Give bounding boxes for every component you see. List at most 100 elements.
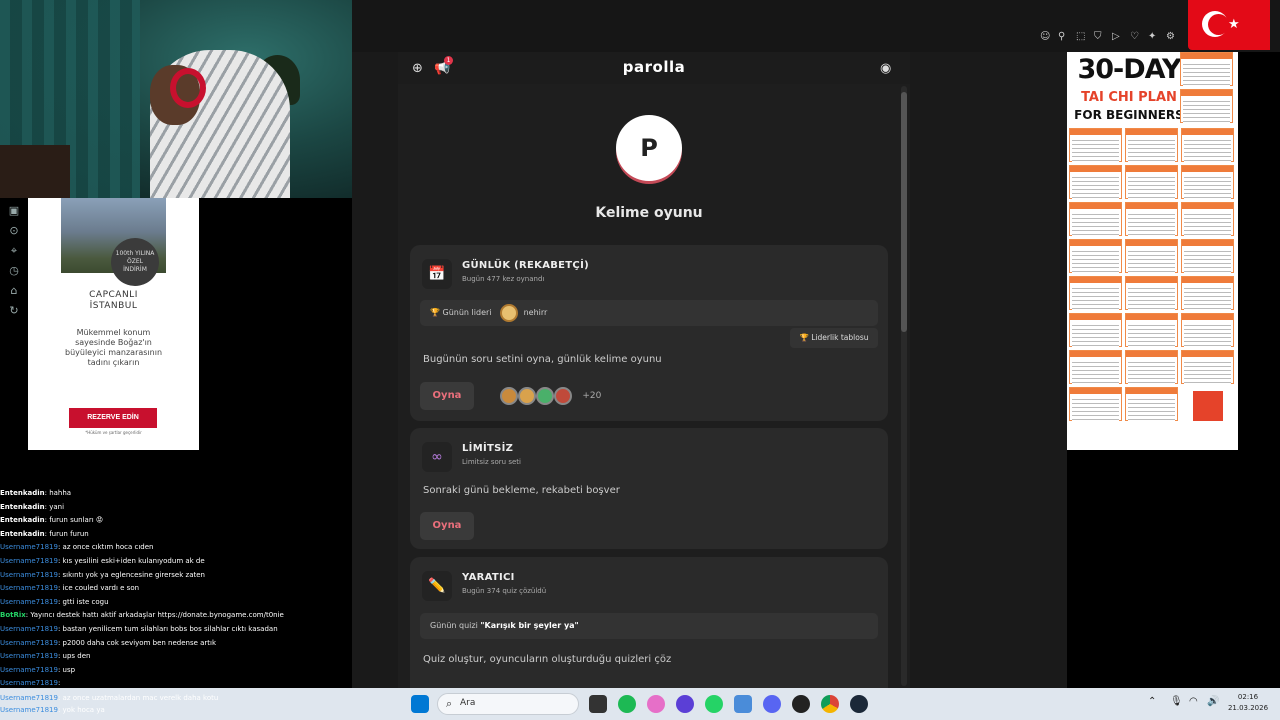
chat-text: : furun furun <box>44 529 89 538</box>
scrollbar-thumb[interactable] <box>901 92 907 332</box>
daily-leader-name[interactable]: nehirr <box>524 308 548 317</box>
spotify-icon[interactable] <box>618 695 636 713</box>
chrome-icon[interactable] <box>821 695 839 713</box>
user-account-icon[interactable]: ◉ <box>880 61 891 76</box>
ad-brand-logo <box>1192 391 1223 421</box>
play-icon[interactable]: ⊙ <box>7 224 21 238</box>
webcam-lamp <box>0 145 70 198</box>
clock-time[interactable]: 02:16 <box>1226 693 1270 701</box>
search-icon: ⌕ <box>446 697 453 710</box>
quiz-of-day-row[interactable]: Günün quizi "Karışık bir şeyler ya" <box>420 613 878 639</box>
daily-subtitle: Bugün 477 kez oynandı <box>462 275 545 283</box>
shield-icon[interactable]: ⛉ <box>1094 31 1102 42</box>
leaderboard-button[interactable]: 🏆 Liderlik tablosu <box>790 328 878 348</box>
chat-message: Entenkadin: hahha <box>0 487 352 501</box>
discord-icon[interactable] <box>763 695 781 713</box>
chat-message: Username71819: ice couled vardı e son <box>0 582 352 596</box>
clock-icon[interactable]: ◷ <box>7 264 21 278</box>
reserve-button[interactable]: REZERVE EDİN <box>69 408 157 428</box>
wifi-icon[interactable]: ◠ <box>1189 696 1198 707</box>
mic-icon[interactable]: 🎙 <box>1170 696 1183 707</box>
ad-day-cell <box>1181 313 1234 348</box>
daily-leader-row: 🏆 Günün lideri nehirr <box>420 300 878 326</box>
chat-username[interactable]: Username71819 <box>0 543 58 551</box>
volume-icon[interactable]: 🔊 <box>1207 696 1219 707</box>
chat-username[interactable]: Entenkadin <box>0 530 45 538</box>
steam-icon[interactable] <box>850 695 868 713</box>
refresh-icon[interactable]: ↻ <box>7 304 21 318</box>
chat-message: Username71819: kıs yesilini eski+iden ku… <box>0 555 352 569</box>
chat-username[interactable]: Entenkadin <box>0 503 45 511</box>
chat-text: : yani <box>44 502 65 511</box>
taskbar-search[interactable]: ⌕ Ara <box>437 693 579 715</box>
chat-overlay-bottom: Username71819: az once uzatmalardan mac … <box>0 688 220 720</box>
pin-ext-icon[interactable]: ⚲ <box>1058 31 1065 42</box>
chat-message: Username71819: ups den <box>0 650 352 664</box>
daily-play-button[interactable]: Oyna <box>420 382 474 410</box>
avatar <box>500 386 518 405</box>
chat-username[interactable]: Entenkadin <box>0 516 45 524</box>
app-icon[interactable] <box>647 695 665 713</box>
gift-icon[interactable]: ⌂ <box>7 284 21 298</box>
chat-text: : bastan yenilicem tum silahları bobs bo… <box>57 624 278 633</box>
ad-right-title: 30-DAY <box>1077 54 1181 85</box>
ad-day-cell <box>1181 165 1234 200</box>
app-icon[interactable] <box>792 695 810 713</box>
chat-username[interactable]: Username71819 <box>0 571 58 579</box>
chat-text: : ups den <box>57 652 91 661</box>
chat-username[interactable]: Username71819 <box>0 652 58 660</box>
ad-day-grid <box>1069 128 1234 425</box>
chat-text: : usp <box>57 665 76 674</box>
turkey-flag: ★ <box>1188 0 1270 50</box>
chat-username[interactable]: Username71819 <box>0 706 58 714</box>
chat-username[interactable]: Entenkadin <box>0 489 45 497</box>
chat-username[interactable]: BotRix <box>0 611 26 619</box>
calendar-icon: 📅 <box>422 259 452 289</box>
clock-date[interactable]: 21.03.2026 <box>1226 704 1270 712</box>
extensions-icon[interactable]: ⚙ <box>1166 31 1175 42</box>
heart-icon[interactable]: ♡ <box>1130 31 1139 42</box>
whatsapp-icon[interactable] <box>705 695 723 713</box>
trophy-icon: 🏆 <box>430 308 440 317</box>
creative-description: Quiz oluştur, oyuncuların oluşturduğu qu… <box>423 654 672 665</box>
chat-message: Entenkadin: yani <box>0 501 352 515</box>
chat-username[interactable]: Username71819 <box>0 694 58 702</box>
ad-right-tagline: FOR BEGINNERS <box>1074 108 1184 122</box>
play-ext-icon[interactable]: ▷ <box>1112 31 1120 42</box>
scrollbar[interactable] <box>901 86 907 686</box>
tray-chevron-icon[interactable]: ⌃ <box>1148 696 1156 707</box>
gamepad-icon[interactable]: ▣ <box>7 204 21 218</box>
app-header: ⊕ 📢 1 parolla ◉ <box>398 52 910 84</box>
chat-username[interactable]: Username71819 <box>0 557 58 565</box>
unlimited-play-button[interactable]: Oyna <box>420 512 474 540</box>
screenshot-icon[interactable]: ⬚ <box>1076 31 1085 42</box>
tai-chi-ad[interactable]: 30-DAY TAI CHI PLAN FOR BEGINNERS <box>1067 52 1238 450</box>
hotel-ad[interactable]: 100th YILINA ÖZEL İNDİRİM CAPCANLI İSTAN… <box>28 198 199 450</box>
task-view-icon[interactable] <box>589 695 607 713</box>
chat-username[interactable]: Username71819 <box>0 598 58 606</box>
ad-text: Mükemmel konum sayesinde Boğaz'ın büyüle… <box>64 328 163 367</box>
chat-text: : Yayıncı destek hattı aktif arkadaşlar … <box>25 611 284 620</box>
ad-title: CAPCANLI İSTANBUL <box>61 290 166 312</box>
chat-text: : sıkıntı yok ya eglencesine girersek za… <box>57 570 205 579</box>
app-icon[interactable] <box>676 695 694 713</box>
avatar <box>554 386 573 405</box>
chat-username[interactable]: Username71819 <box>0 639 58 647</box>
ad-right-subtitle: TAI CHI PLAN <box>1081 90 1177 105</box>
unlimited-title: LİMİTSİZ <box>462 443 514 454</box>
chat-username[interactable]: Username71819 <box>0 679 58 687</box>
creative-card: ✏️ YARATICI Bugün 374 quiz çözüldü Günün… <box>410 557 888 688</box>
brand-logo[interactable]: parolla <box>398 58 910 76</box>
settings-icon[interactable] <box>734 695 752 713</box>
puzzle-icon[interactable]: ✦ <box>1148 31 1156 42</box>
windows-start-icon[interactable] <box>411 695 429 713</box>
quiz-label: Günün quizi <box>430 621 478 630</box>
emoji-icon[interactable]: ☺ <box>1040 31 1050 42</box>
pin-icon[interactable]: ⌖ <box>7 244 21 258</box>
chat-username[interactable]: Username71819 <box>0 584 58 592</box>
chat-username[interactable]: Username71819 <box>0 625 58 633</box>
flag-star-icon: ★ <box>1228 17 1240 32</box>
ad-day-cell <box>1069 128 1122 163</box>
ad-day-cell <box>1181 202 1234 237</box>
chat-username[interactable]: Username71819 <box>0 666 58 674</box>
